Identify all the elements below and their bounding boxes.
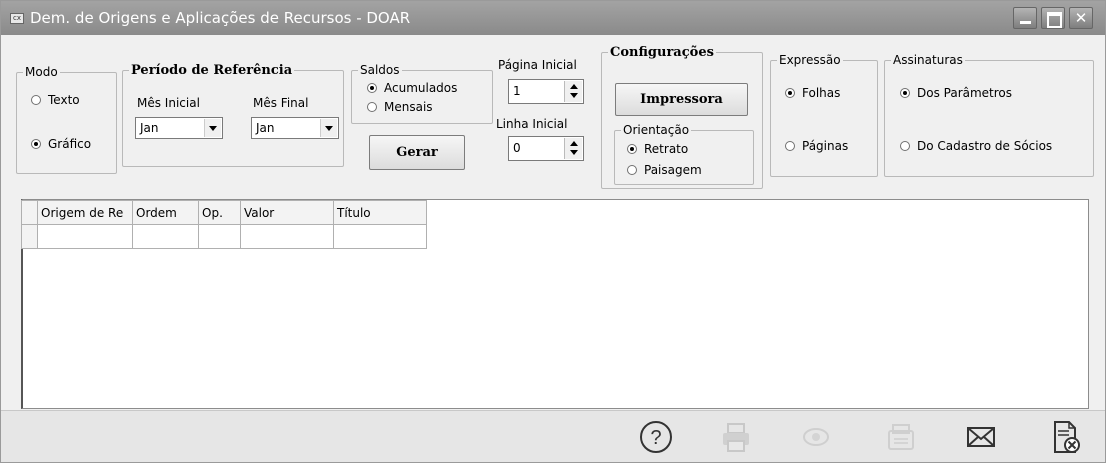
periodo-legend: Período de Referência [131,63,293,78]
minimize-button[interactable] [1013,7,1037,29]
radio-label: Paisagem [644,163,702,177]
radio-dot [785,141,795,151]
assinaturas-group: Assinaturas [884,53,1094,177]
mes-inicial-label: Mês Inicial [137,96,200,110]
close-icon: ✕ [1074,9,1088,27]
preview-icon[interactable] [798,419,834,455]
bottom-toolbar: ? [1,410,1105,462]
radio-label: Do Cadastro de Sócios [917,139,1053,153]
assinaturas-parametros-radio[interactable]: Dos Parâmetros [900,86,1012,100]
spinner-arrows-icon[interactable] [564,138,582,159]
modo-texto-radio[interactable]: Texto [31,93,80,107]
radio-label: Gráfico [48,137,92,151]
saldos-mensais-radio[interactable]: Mensais [367,100,433,114]
grid-cell[interactable] [37,224,133,249]
column-header-op[interactable]: Op. [198,200,241,225]
radio-dot [785,88,795,98]
column-header-origem[interactable]: Origem de Re [37,200,133,225]
radio-label: Mensais [384,100,433,114]
radio-label: Acumulados [384,81,458,95]
expressao-group: Expressão [770,53,878,177]
impressora-button[interactable]: Impressora [615,83,748,116]
window-title: Dem. de Origens e Aplicações de Recursos… [30,9,411,27]
spinner-value: 0 [513,141,521,155]
help-icon[interactable]: ? [638,419,674,455]
radio-label: Texto [48,93,80,107]
radio-dot [367,102,377,112]
close-button[interactable]: ✕ [1069,7,1093,29]
grid-cell[interactable] [240,224,334,249]
title-bar[interactable]: cx Dem. de Origens e Aplicações de Recur… [1,1,1105,35]
expressao-paginas-radio[interactable]: Páginas [785,139,848,153]
orientacao-retrato-radio[interactable]: Retrato [627,142,688,156]
select-value: Jan [140,121,159,135]
radio-dot [31,95,41,105]
periodo-group: Período de Referência [122,63,344,167]
radio-dot [367,83,377,93]
assinaturas-cadastro-radio[interactable]: Do Cadastro de Sócios [900,139,1052,153]
mes-final-select[interactable]: Jan [251,117,339,139]
pagina-inicial-label: Página Inicial [498,58,577,72]
grid-cell[interactable] [198,224,241,249]
row-indicator[interactable] [21,224,38,249]
orientacao-paisagem-radio[interactable]: Paisagem [627,163,702,177]
doar-window: cx Dem. de Origens e Aplicações de Recur… [0,0,1106,463]
gerar-button[interactable]: Gerar [369,135,465,170]
modo-group: Modo [16,65,117,174]
email-icon[interactable] [963,419,999,455]
radio-dot [900,88,910,98]
orientacao-legend: Orientação [623,123,690,137]
radio-dot [627,165,637,175]
grid-header-row: Origem de Re Ordem Op. Valor Título [21,200,427,225]
printer-icon[interactable] [718,419,754,455]
radio-label: Páginas [802,139,849,153]
radio-label: Folhas [802,86,841,100]
assinaturas-legend: Assinaturas [893,53,963,67]
maximize-button[interactable] [1041,7,1065,29]
grid-cell[interactable] [132,224,199,249]
radio-dot [900,141,910,151]
spinner-value: 1 [513,84,521,98]
radio-label: Dos Parâmetros [917,86,1013,100]
modo-grafico-radio[interactable]: Gráfico [31,137,91,151]
column-header-titulo[interactable]: Título [333,200,427,225]
modo-legend: Modo [25,65,58,79]
radio-label: Retrato [644,142,689,156]
linha-inicial-spinner[interactable]: 0 [508,136,584,161]
table-row[interactable] [21,224,427,249]
spinner-arrows-icon[interactable] [564,81,582,102]
saldos-acumulados-radio[interactable]: Acumulados [367,81,457,95]
data-grid[interactable]: Origem de Re Ordem Op. Valor Título [21,199,1089,409]
chevron-down-icon[interactable] [320,119,337,137]
svg-text:?: ? [650,427,661,449]
fax-icon[interactable] [883,419,919,455]
expressao-folhas-radio[interactable]: Folhas [785,86,840,100]
pagina-inicial-spinner[interactable]: 1 [508,79,584,104]
expressao-legend: Expressão [779,53,841,67]
configuracoes-legend: Configurações [610,45,714,60]
grid-cell[interactable] [333,224,427,249]
select-value: Jan [256,121,275,135]
row-indicator-header [21,200,38,225]
grid-table: Origem de Re Ordem Op. Valor Título [21,200,427,249]
column-header-valor[interactable]: Valor [240,200,334,225]
radio-dot [627,144,637,154]
app-icon[interactable]: cx [10,12,24,24]
mes-inicial-select[interactable]: Jan [135,117,223,139]
chevron-down-icon[interactable] [204,119,221,137]
radio-dot [31,139,41,149]
close-report-icon[interactable] [1047,419,1083,455]
linha-inicial-label: Linha Inicial [496,117,568,131]
mes-final-label: Mês Final [253,96,309,110]
saldos-legend: Saldos [360,63,400,77]
column-header-ordem[interactable]: Ordem [132,200,199,225]
